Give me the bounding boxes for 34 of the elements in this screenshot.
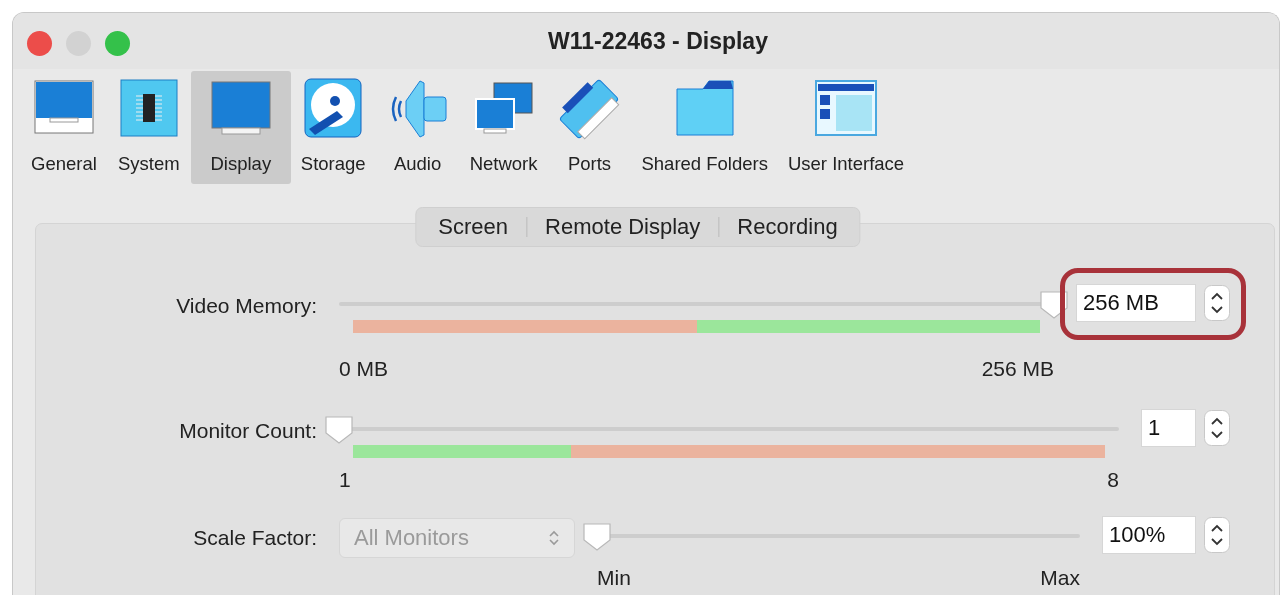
tab[interactable]: Remote Display	[527, 214, 719, 240]
zoom-button[interactable]	[105, 31, 130, 56]
toolbar-item[interactable]: Display	[190, 71, 291, 184]
field-label: Video Memory:	[175, 294, 317, 318]
field-label: Scale Factor:	[192, 526, 317, 550]
min-label: 1	[339, 468, 351, 492]
slider-thumb[interactable]	[1038, 290, 1070, 320]
toolbar-item[interactable]: Storage	[290, 71, 376, 184]
close-button[interactable]	[27, 31, 52, 56]
toolbar-item[interactable]: General	[21, 71, 107, 184]
toolbar-item[interactable]: Ports	[547, 71, 632, 184]
stepper-icon[interactable]	[1204, 410, 1230, 446]
min-label: 0 MB	[339, 357, 388, 381]
max-label: Max	[1040, 566, 1080, 590]
value-field[interactable]: 256 MB	[1076, 284, 1196, 322]
field-label: Monitor Count:	[178, 419, 317, 443]
max-label: 256 MB	[981, 357, 1054, 381]
stepper-icon[interactable]	[1204, 517, 1230, 553]
stepper-icon[interactable]	[1204, 285, 1230, 321]
max-label: 8	[1107, 468, 1119, 492]
toolbar-item[interactable]: System	[106, 71, 191, 184]
toolbar-item[interactable]: Network	[459, 71, 548, 184]
toolbar-item[interactable]: User Interface	[777, 71, 915, 184]
value-field[interactable]: 100%	[1102, 516, 1196, 554]
slider-thumb[interactable]	[581, 522, 613, 552]
min-label: Min	[597, 566, 631, 590]
chevron-icon	[548, 529, 560, 547]
window-title: W11-22463 - Display	[548, 27, 768, 55]
tab[interactable]: Recording	[719, 214, 856, 240]
value-field[interactable]: 1	[1141, 409, 1196, 447]
toolbar-item[interactable]: Shared Folders	[631, 71, 778, 184]
slider-thumb[interactable]	[323, 415, 355, 445]
tab[interactable]: Screen	[420, 214, 527, 240]
toolbar-item[interactable]: Audio	[375, 71, 460, 184]
